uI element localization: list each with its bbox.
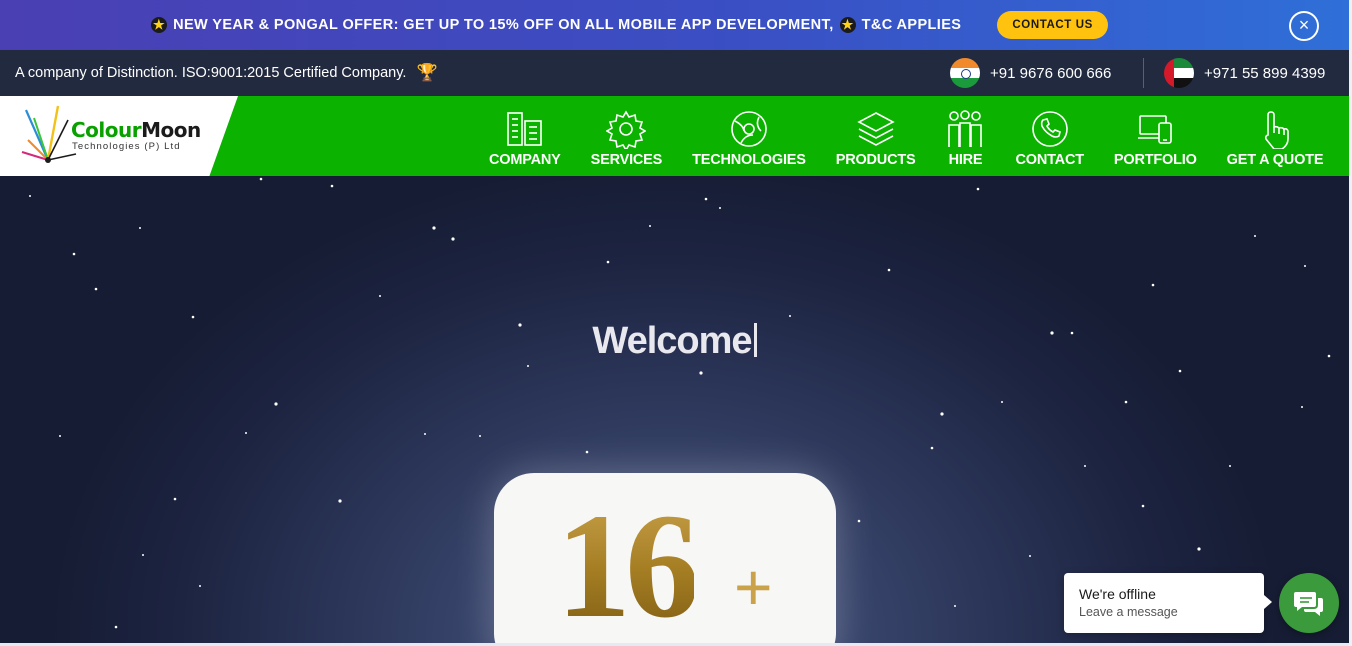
phone-number[interactable]: +971 55 899 4399	[1204, 65, 1325, 82]
building-icon	[507, 112, 542, 146]
chat-icon	[1294, 592, 1323, 616]
promo-text: ★ NEW YEAR & PONGAL OFFER: GET UP TO 15%…	[151, 11, 1108, 39]
nav-item-hire[interactable]: HIRE	[930, 96, 1000, 176]
phone-number[interactable]: +91 9676 600 666	[990, 65, 1111, 82]
hero-headline: Welcome	[0, 320, 1349, 363]
pointer-hand-icon	[1264, 111, 1289, 149]
gear-icon	[606, 110, 647, 149]
people-icon	[948, 110, 983, 147]
logo-wordmark: ColourMoon	[71, 118, 201, 142]
star-icon: ★	[839, 17, 856, 33]
logo-subtitle: Technologies (P) Ltd	[72, 141, 181, 152]
nav-label[interactable]: PORTFOLIO	[1114, 152, 1197, 168]
years-counter-card: 16 +	[494, 473, 836, 643]
promo-terms-text: T&C APPLIES	[861, 17, 962, 33]
india-flag-icon	[950, 58, 980, 88]
nav-item-company[interactable]: COMPANY	[474, 96, 576, 176]
uae-flag-icon	[1164, 58, 1194, 88]
nav-label[interactable]: TECHNOLOGIES	[692, 152, 806, 168]
layers-icon	[856, 112, 895, 146]
nav-item-products[interactable]: PRODUCTS	[821, 96, 931, 176]
chat-offline-bubble[interactable]: We're offline Leave a message	[1064, 573, 1272, 633]
phone-india[interactable]: +91 9676 600 666	[950, 58, 1111, 88]
nav-label[interactable]: CONTACT	[1015, 152, 1084, 168]
main-navbar: ColourMoon Technologies (P) Ltd COMPANY …	[0, 96, 1349, 176]
nav-item-contact[interactable]: CONTACT	[1000, 96, 1098, 176]
star-icon: ★	[151, 17, 168, 33]
counter-value: 16	[556, 483, 700, 643]
logo[interactable]: ColourMoon Technologies (P) Ltd	[0, 96, 238, 176]
chat-status: We're offline	[1079, 586, 1156, 602]
divider	[1143, 58, 1144, 88]
trophy-icon: 🏆	[416, 63, 438, 82]
nav-item-services[interactable]: SERVICES	[576, 96, 677, 176]
nav-item-portfolio[interactable]: PORTFOLIO	[1099, 96, 1212, 176]
logo-mark-icon	[21, 105, 77, 163]
nav-item-get-a-quote[interactable]: GET A QUOTE	[1212, 96, 1339, 176]
globe-icon	[731, 111, 767, 147]
contact-us-button[interactable]: CONTACT US	[997, 11, 1108, 39]
tagline-text: A company of Distinction. ISO:9001:2015 …	[15, 65, 407, 81]
nav-label[interactable]: GET A QUOTE	[1227, 152, 1324, 168]
company-tagline: A company of Distinction. ISO:9001:2015 …	[15, 63, 438, 83]
promo-offer-text: NEW YEAR & PONGAL OFFER: GET UP TO 15% O…	[173, 17, 834, 33]
nav-label[interactable]: SERVICES	[591, 152, 663, 168]
nav-label[interactable]: PRODUCTS	[836, 152, 916, 168]
promo-bar: ★ NEW YEAR & PONGAL OFFER: GET UP TO 15%…	[0, 0, 1349, 50]
chat-subtitle: Leave a message	[1079, 605, 1178, 619]
chat-launcher-button[interactable]	[1279, 573, 1339, 633]
info-bar: A company of Distinction. ISO:9001:2015 …	[0, 50, 1349, 96]
close-icon[interactable]: ×	[1289, 11, 1319, 41]
nav-item-technologies[interactable]: TECHNOLOGIES	[677, 96, 821, 176]
phone-uae[interactable]: +971 55 899 4399	[1164, 58, 1325, 88]
devices-icon	[1138, 115, 1173, 144]
nav-menu: COMPANY SERVICES TECHNOLOGIES PRODUCTS H…	[474, 96, 1338, 176]
nav-label[interactable]: COMPANY	[489, 152, 561, 168]
nav-label[interactable]: HIRE	[949, 152, 983, 168]
typing-caret	[753, 323, 757, 357]
phone-icon	[1031, 111, 1068, 147]
counter-suffix: +	[734, 550, 773, 624]
